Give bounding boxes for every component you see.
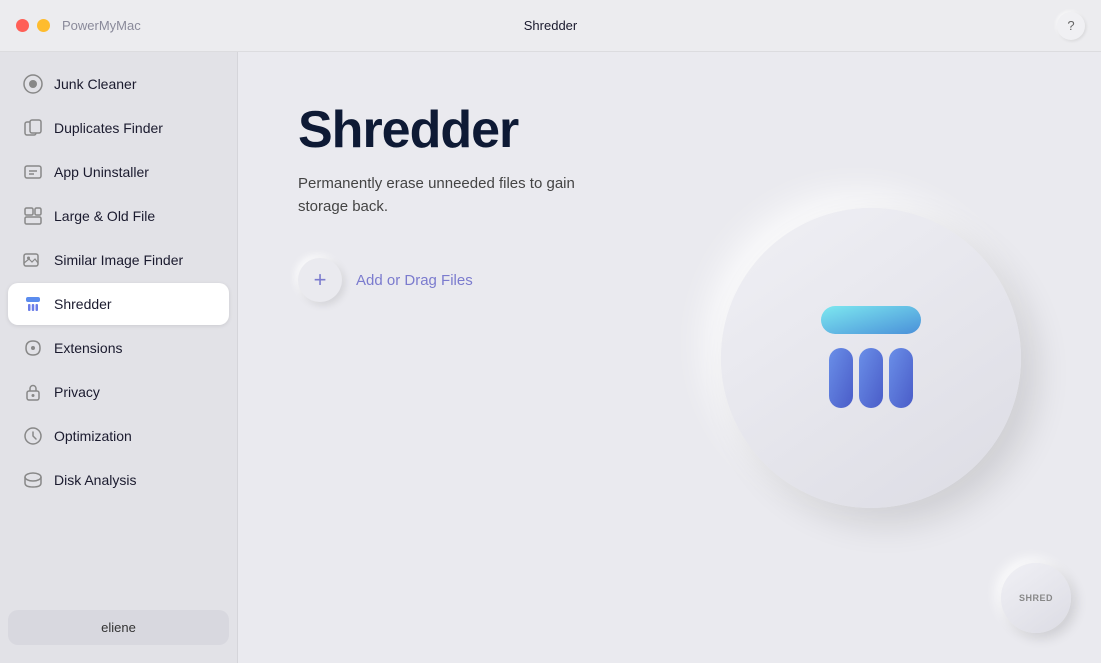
shredder-illustration (791, 278, 951, 438)
minimize-button[interactable] (37, 19, 50, 32)
large-file-icon (22, 205, 44, 227)
sidebar-spacer (0, 502, 237, 602)
sidebar-label-shredder: Shredder (54, 296, 112, 312)
shredder-icon (22, 293, 44, 315)
sidebar-label-similar-image-finder: Similar Image Finder (54, 252, 183, 268)
sidebar-item-privacy[interactable]: Privacy (8, 371, 229, 413)
page-title-bar: Shredder (524, 18, 577, 33)
close-button[interactable] (16, 19, 29, 32)
uninstaller-icon (22, 161, 44, 183)
shred-button[interactable]: SHRED (1001, 563, 1071, 633)
sidebar-item-app-uninstaller[interactable]: App Uninstaller (8, 151, 229, 193)
sidebar-label-duplicates-finder: Duplicates Finder (54, 120, 163, 136)
app-name: PowerMyMac (62, 18, 141, 33)
sidebar-item-duplicates-finder[interactable]: Duplicates Finder (8, 107, 229, 149)
sidebar-item-similar-image-finder[interactable]: Similar Image Finder (8, 239, 229, 281)
sidebar-label-large-old-file: Large & Old File (54, 208, 155, 224)
privacy-icon (22, 381, 44, 403)
sidebar-item-large-old-file[interactable]: Large & Old File (8, 195, 229, 237)
junk-icon (22, 73, 44, 95)
sidebar-item-junk-cleaner[interactable]: Junk Cleaner (8, 63, 229, 105)
sidebar-item-extensions[interactable]: Extensions (8, 327, 229, 369)
sidebar-label-optimization: Optimization (54, 428, 132, 444)
traffic-lights (16, 19, 50, 32)
duplicates-icon (22, 117, 44, 139)
user-section[interactable]: eliene (8, 610, 229, 645)
page-description: Permanently erase unneeded files to gain… (298, 173, 578, 218)
extensions-icon (22, 337, 44, 359)
sidebar-item-disk-analysis[interactable]: Disk Analysis (8, 459, 229, 501)
page-title: Shredder (298, 102, 1041, 159)
help-button[interactable]: ? (1057, 12, 1085, 40)
content-area: Shredder Permanently erase unneeded file… (238, 52, 1101, 663)
sidebar: Junk Cleaner Duplicates Finder App Unins… (0, 52, 238, 663)
image-icon (22, 249, 44, 271)
shred-button-label: SHRED (1019, 593, 1053, 603)
sidebar-label-disk-analysis: Disk Analysis (54, 472, 136, 488)
main-layout: Junk Cleaner Duplicates Finder App Unins… (0, 52, 1101, 663)
sidebar-label-extensions: Extensions (54, 340, 122, 356)
optimization-icon (22, 425, 44, 447)
add-files-label: Add or Drag Files (356, 272, 473, 289)
sidebar-label-junk-cleaner: Junk Cleaner (54, 76, 137, 92)
sidebar-item-optimization[interactable]: Optimization (8, 415, 229, 457)
sidebar-label-privacy: Privacy (54, 384, 100, 400)
shredder-decoration (721, 208, 1021, 508)
sidebar-item-shredder[interactable]: Shredder (8, 283, 229, 325)
sidebar-label-app-uninstaller: App Uninstaller (54, 164, 149, 180)
titlebar: PowerMyMac Shredder ? (0, 0, 1101, 52)
add-circle-icon: + (298, 258, 342, 302)
disk-icon (22, 469, 44, 491)
